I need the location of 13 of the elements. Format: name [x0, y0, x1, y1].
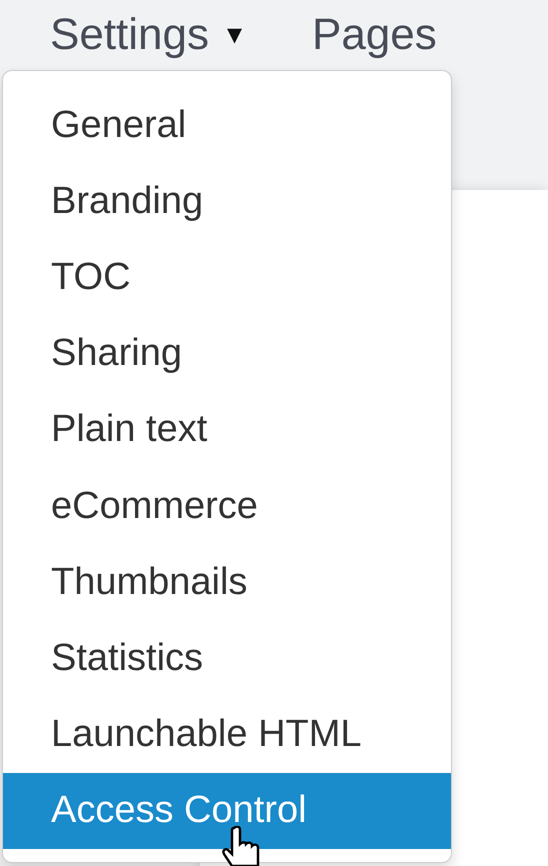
menu-item[interactable]: General — [3, 87, 451, 164]
menu-item[interactable]: Launchable HTML — [3, 696, 451, 773]
menu-item[interactable]: Branding — [3, 163, 451, 240]
menu-item[interactable]: TOC — [3, 239, 451, 316]
menu-item[interactable]: Sharing — [3, 316, 451, 392]
menu-item[interactable]: Plain text — [3, 392, 451, 468]
settings-dropdown[interactable]: Settings ▾ — [50, 10, 242, 60]
menu-item[interactable]: Access Control — [3, 772, 451, 849]
menu-item[interactable]: Thumbnails — [3, 544, 451, 620]
menu-item[interactable]: Statistics — [3, 620, 451, 696]
menu-item[interactable]: eCommerce — [3, 468, 451, 544]
caret-icon: ▾ — [226, 20, 242, 50]
nav-link[interactable]: Pages — [312, 10, 437, 60]
